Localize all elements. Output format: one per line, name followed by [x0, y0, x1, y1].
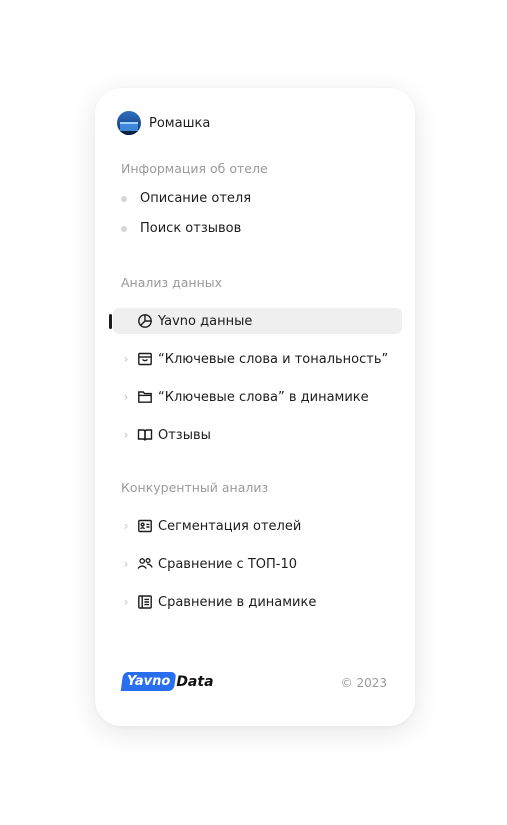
logo-part2: Data	[176, 673, 214, 690]
nav-item-label: “Ключевые слова и тональность”	[158, 351, 389, 367]
copyright-text: © 2023	[340, 676, 387, 690]
sidebar-card: Ромашка Информация об отеле Описание оте…	[95, 88, 415, 726]
nav-item-hotel-segmentation[interactable]: › Сегментация отелей	[113, 513, 402, 539]
pie-chart-icon	[136, 312, 154, 330]
user-name: Ромашка	[149, 115, 211, 131]
nav-item-review-search[interactable]: Поиск отзывов	[121, 221, 241, 236]
chevron-right-icon: ›	[123, 595, 129, 609]
nav-item-hotel-description[interactable]: Описание отеля	[121, 191, 251, 206]
nav-item-compare-dynamics[interactable]: › Сравнение в динамике	[113, 589, 402, 615]
nav-item-label: Сегментация отелей	[158, 518, 302, 534]
users-icon	[136, 555, 154, 573]
bullet-icon	[121, 225, 127, 232]
folder-icon	[136, 388, 154, 406]
nav-item-label: Сравнение в динамике	[158, 594, 317, 610]
nav-item-label: Отзывы	[158, 427, 211, 443]
chevron-right-icon: ›	[123, 390, 129, 404]
user-profile[interactable]: Ромашка	[117, 111, 210, 135]
book-open-icon	[136, 426, 154, 444]
nav-item-label: Сравнение с ТОП-10	[158, 556, 297, 572]
nav-item-reviews[interactable]: › Отзывы	[113, 422, 402, 448]
nav-item-compare-top10[interactable]: › Сравнение с ТОП-10	[113, 551, 402, 577]
section-title-competitive-analysis: Конкурентный анализ	[121, 480, 269, 495]
nav-item-keywords-dynamics[interactable]: › “Ключевые слова” в динамике	[113, 384, 402, 410]
logo-badge: Yavno	[120, 672, 177, 691]
chevron-right-icon: ›	[123, 352, 129, 366]
nav-item-label: Поиск отзывов	[140, 221, 242, 236]
chevron-right-icon: ›	[123, 519, 129, 533]
yavno-data-logo[interactable]: Yavno Data	[120, 672, 214, 691]
section-title-data-analysis: Анализ данных	[121, 275, 223, 290]
active-indicator	[109, 314, 112, 329]
avatar	[117, 111, 141, 135]
logo-part1: Yavno	[127, 674, 171, 689]
id-card-icon	[136, 517, 154, 535]
inbox-icon	[136, 350, 154, 368]
nav-item-label: “Ключевые слова” в динамике	[158, 389, 369, 405]
nav-item-label: Описание отеля	[140, 191, 252, 206]
nav-item-yavno-data[interactable]: Yavno данные	[113, 308, 402, 334]
bullet-icon	[121, 195, 127, 202]
nav-item-label: Yavno данные	[158, 313, 253, 329]
nav-item-keywords-sentiment[interactable]: › “Ключевые слова и тональность”	[113, 346, 402, 372]
newspaper-icon	[136, 593, 154, 611]
section-title-hotel-info: Информация об отеле	[121, 161, 268, 176]
chevron-right-icon: ›	[123, 428, 129, 442]
chevron-right-icon: ›	[123, 557, 129, 571]
